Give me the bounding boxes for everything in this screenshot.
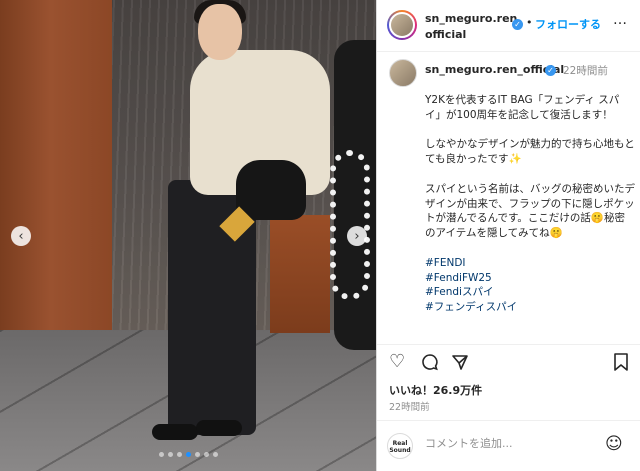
comment-input[interactable] (425, 437, 595, 450)
carousel-dot (203, 452, 209, 457)
hashtag-list: #FENDI #FendiFW25 #Fendiスパイ #フェンディスパイ (425, 256, 635, 315)
caption-paragraph: しなやかなデザインが魅力的で持ち心地もとても良かったです✨ (425, 138, 635, 166)
hashtag-link[interactable]: #FendiFW25 (425, 271, 635, 286)
caption-avatar[interactable] (389, 59, 417, 87)
action-bar: ♡ (377, 344, 640, 378)
post-image[interactable]: ‹ › (0, 0, 376, 471)
likes-count[interactable]: いいね！26.9万件 (389, 382, 482, 398)
real-sound-badge: Real Sound (387, 433, 413, 459)
comment-icon[interactable] (421, 353, 439, 375)
post-side-panel: sn_meguro.ren_ official ✓ • フォローする … sn_… (376, 0, 640, 471)
hashtag-link[interactable]: #フェンディスパイ (425, 300, 635, 315)
follow-button[interactable]: フォローする (535, 16, 601, 32)
emoji-icon[interactable]: ☺ (605, 434, 623, 454)
verified-badge-icon: ✓ (545, 65, 556, 76)
separator: • (526, 16, 533, 29)
carousel-dot (185, 452, 191, 457)
carousel-dot (176, 452, 182, 457)
caption-username[interactable]: sn_meguro.ren_official (425, 63, 564, 76)
chevron-right-icon: › (354, 228, 360, 244)
figure-shoe-left (152, 424, 198, 440)
handbag (236, 160, 306, 220)
verified-badge-icon: ✓ (512, 19, 523, 30)
heart-icon[interactable]: ♡ (389, 353, 405, 371)
posted-time: 22時間前 (389, 402, 430, 413)
avatar[interactable] (387, 10, 417, 40)
caption-text: Y2Kを代表するIT BAG「フェンディ スパイ」が100周年を記念して復活しま… (425, 93, 635, 315)
carousel-dot (194, 452, 200, 457)
carousel-dot (158, 452, 164, 457)
caption-paragraph: スパイという名前は、バッグの秘密めいたデザインが由来で、フラップの下に隠しポケッ… (425, 182, 635, 240)
chevron-left-icon: ‹ (18, 228, 24, 244)
carousel-indicator (0, 452, 376, 457)
bookmark-icon[interactable] (613, 353, 629, 375)
hashtag-link[interactable]: #Fendiスパイ (425, 285, 635, 300)
caption-paragraph: Y2Kを代表するIT BAG「フェンディ スパイ」が100周年を記念して復活しま… (425, 94, 620, 121)
hashtag-link[interactable]: #FENDI (425, 256, 635, 271)
more-options-button[interactable]: … (613, 12, 628, 28)
next-slide-button[interactable]: › (347, 226, 367, 246)
wood-panel-background (0, 0, 112, 330)
comment-bar: Real Sound ☺ (377, 420, 640, 471)
wooden-bench (270, 215, 330, 333)
share-icon[interactable] (451, 353, 469, 375)
caption-area[interactable]: sn_meguro.ren_official ✓ 22時間前 Y2Kを代表するI… (377, 53, 640, 343)
carousel-dot (212, 452, 218, 457)
post-header: sn_meguro.ren_ official ✓ • フォローする … (377, 0, 640, 52)
carousel-dot (167, 452, 173, 457)
side-rope (330, 150, 370, 300)
figure-head (198, 4, 242, 60)
figure-shoe-right (196, 420, 242, 436)
caption-time: 22時間前 (563, 65, 608, 77)
header-username[interactable]: sn_meguro.ren_ official (425, 11, 525, 43)
previous-slide-button[interactable]: ‹ (11, 226, 31, 246)
